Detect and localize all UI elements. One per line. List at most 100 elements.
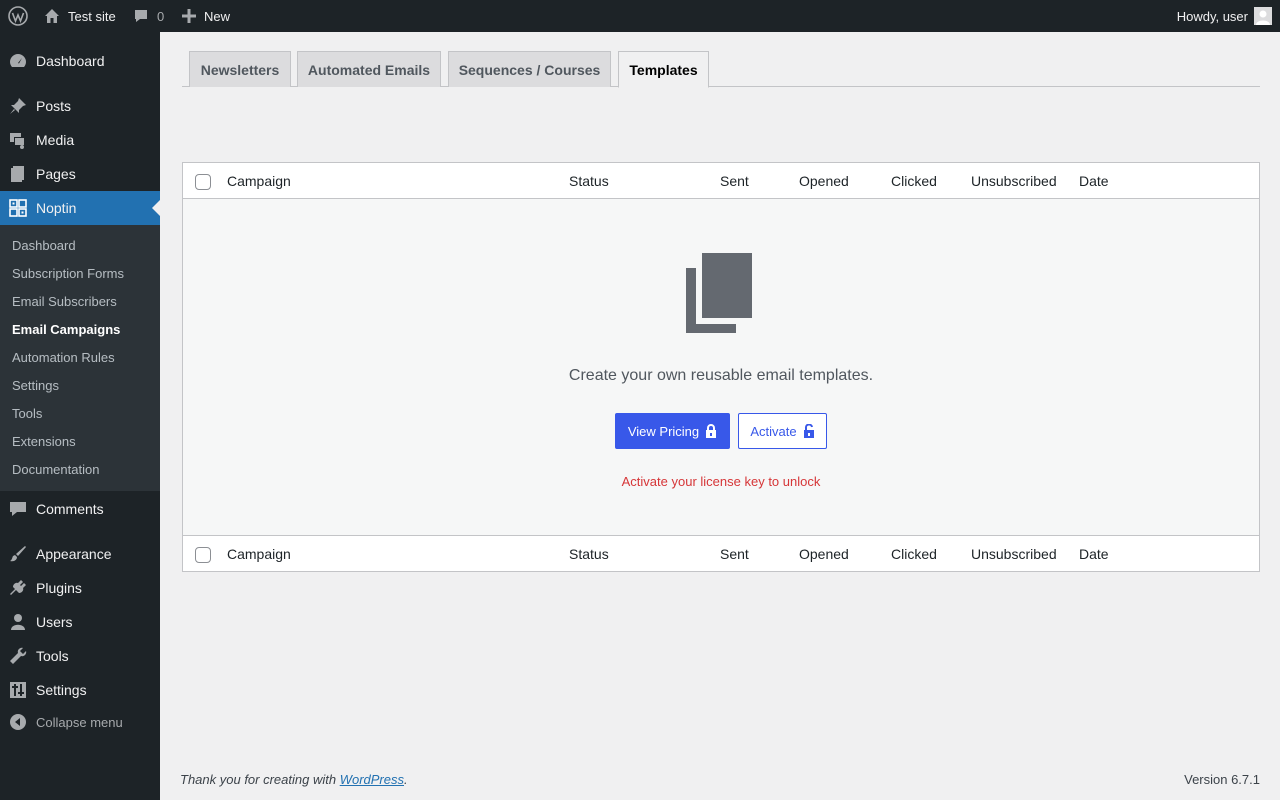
column-date[interactable]: Date <box>1079 536 1109 572</box>
menu-item-pages[interactable]: Pages <box>0 157 160 191</box>
main-content: Newsletters Automated Emails Sequences /… <box>160 32 1280 800</box>
comment-icon <box>0 499 36 519</box>
column-date[interactable]: Date <box>1079 163 1109 199</box>
menu-label: Settings <box>36 682 87 698</box>
wrench-icon <box>0 646 36 666</box>
menu-label: Tools <box>36 648 69 664</box>
noptin-icon <box>0 198 36 218</box>
empty-state-message: Create your own reusable email templates… <box>568 367 874 384</box>
menu-label: Comments <box>36 501 104 517</box>
dashboard-icon <box>0 51 36 71</box>
comments-count: 0 <box>157 8 165 24</box>
new-label: New <box>204 8 231 24</box>
menu-label: Plugins <box>36 580 82 596</box>
menu-label: Appearance <box>36 546 112 562</box>
submenu-item-settings[interactable]: Settings <box>12 375 59 395</box>
footer-version: Version 6.7.1 <box>1184 772 1260 787</box>
site-name-link[interactable]: Test site <box>44 0 116 32</box>
column-status[interactable]: Status <box>569 163 609 199</box>
menu-label: Noptin <box>36 200 77 216</box>
new-content-link[interactable]: New <box>182 0 230 32</box>
menu-item-settings[interactable]: Settings <box>0 673 160 707</box>
menu-item-posts[interactable]: Posts <box>0 89 160 123</box>
site-name: Test site <box>68 8 116 24</box>
submenu-item-documentation[interactable]: Documentation <box>12 459 99 479</box>
footer-thanks-prefix: Thank you for creating with <box>180 772 340 787</box>
menu-item-media[interactable]: Media <box>0 123 160 157</box>
plug-icon <box>0 578 36 598</box>
menu-item-appearance[interactable]: Appearance <box>0 537 160 571</box>
menu-item-plugins[interactable]: Plugins <box>0 571 160 605</box>
submenu-item-automation-rules[interactable]: Automation Rules <box>12 347 115 367</box>
menu-item-comments[interactable]: Comments <box>0 492 160 526</box>
comments-link[interactable]: 0 <box>133 0 164 32</box>
avatar <box>1254 7 1272 25</box>
column-opened[interactable]: Opened <box>799 163 849 199</box>
plus-icon <box>182 9 196 23</box>
tab-automated-emails[interactable]: Automated Emails <box>297 51 441 87</box>
home-icon <box>45 9 59 23</box>
collapse-label: Collapse menu <box>36 714 123 730</box>
column-campaign[interactable]: Campaign <box>227 163 291 199</box>
submenu-item-subscription-forms[interactable]: Subscription Forms <box>12 263 124 283</box>
unlock-icon <box>803 424 814 438</box>
user-icon <box>0 612 36 632</box>
empty-state: Create your own reusable email templates… <box>183 199 1259 535</box>
tab-sequences-courses[interactable]: Sequences / Courses <box>448 51 611 87</box>
column-unsubscribed[interactable]: Unsubscribed <box>971 536 1057 572</box>
table-header: Campaign Status Sent Opened Clicked Unsu… <box>183 163 1259 199</box>
activate-label: Activate <box>750 423 797 439</box>
view-pricing-label: View Pricing <box>627 423 700 439</box>
wordpress-link[interactable]: WordPress <box>340 772 404 787</box>
column-clicked[interactable]: Clicked <box>891 163 937 199</box>
menu-label: Dashboard <box>36 53 105 69</box>
submenu-item-tools[interactable]: Tools <box>12 403 42 423</box>
campaign-tabs: Newsletters Automated Emails Sequences /… <box>182 51 1260 88</box>
select-all-checkbox[interactable] <box>195 174 211 190</box>
view-pricing-button[interactable]: View Pricing <box>615 413 730 449</box>
tab-templates[interactable]: Templates <box>618 51 709 88</box>
activate-button[interactable]: Activate <box>738 413 827 449</box>
column-unsubscribed[interactable]: Unsubscribed <box>971 163 1057 199</box>
table-footer: Campaign Status Sent Opened Clicked Unsu… <box>183 535 1259 571</box>
menu-item-tools[interactable]: Tools <box>0 639 160 673</box>
tab-newsletters[interactable]: Newsletters <box>189 51 291 87</box>
menu-item-users[interactable]: Users <box>0 605 160 639</box>
submenu-item-email-campaigns[interactable]: Email Campaigns <box>12 319 120 339</box>
admin-bar: Test site 0 New Howdy, user <box>0 0 1280 32</box>
footer-thanks: Thank you for creating with WordPress. <box>180 772 408 787</box>
select-all-checkbox-bottom[interactable] <box>195 547 211 563</box>
column-sent[interactable]: Sent <box>720 163 749 199</box>
submenu-item-extensions[interactable]: Extensions <box>12 431 76 451</box>
menu-label: Users <box>36 614 73 630</box>
wordpress-logo-icon[interactable] <box>6 0 30 32</box>
submenu-item-email-subscribers[interactable]: Email Subscribers <box>12 291 117 311</box>
column-status[interactable]: Status <box>569 536 609 572</box>
lock-icon <box>706 424 717 438</box>
campaigns-table: Campaign Status Sent Opened Clicked Unsu… <box>182 162 1260 572</box>
collapse-arrow-icon <box>10 714 26 730</box>
column-sent[interactable]: Sent <box>720 536 749 572</box>
howdy-text: Howdy, user <box>1176 8 1248 24</box>
account-menu[interactable]: Howdy, user <box>1177 0 1272 32</box>
menu-label: Pages <box>36 166 76 182</box>
comment-bubble-icon <box>135 10 147 22</box>
column-campaign[interactable]: Campaign <box>227 536 291 572</box>
submenu-item-dashboard[interactable]: Dashboard <box>12 235 76 255</box>
collapse-menu-button[interactable]: Collapse menu <box>0 705 160 739</box>
menu-label: Posts <box>36 98 72 114</box>
brush-icon <box>0 544 36 564</box>
column-clicked[interactable]: Clicked <box>891 536 937 572</box>
menu-item-dashboard[interactable]: Dashboard <box>0 44 160 78</box>
sliders-icon <box>0 680 36 700</box>
pages-icon <box>0 164 36 184</box>
column-opened[interactable]: Opened <box>799 536 849 572</box>
license-unlock-message: Activate your license key to unlock <box>621 474 821 489</box>
menu-item-noptin[interactable]: Noptin <box>0 191 160 225</box>
footer-thanks-suffix: . <box>404 772 408 787</box>
admin-menu: Dashboard Posts Media Pages Noptin Dashb… <box>0 32 160 800</box>
templates-copy-icon <box>686 253 752 333</box>
media-icon <box>0 130 36 150</box>
menu-label: Media <box>36 132 75 148</box>
noptin-submenu: Dashboard Subscription Forms Email Subsc… <box>0 225 160 491</box>
